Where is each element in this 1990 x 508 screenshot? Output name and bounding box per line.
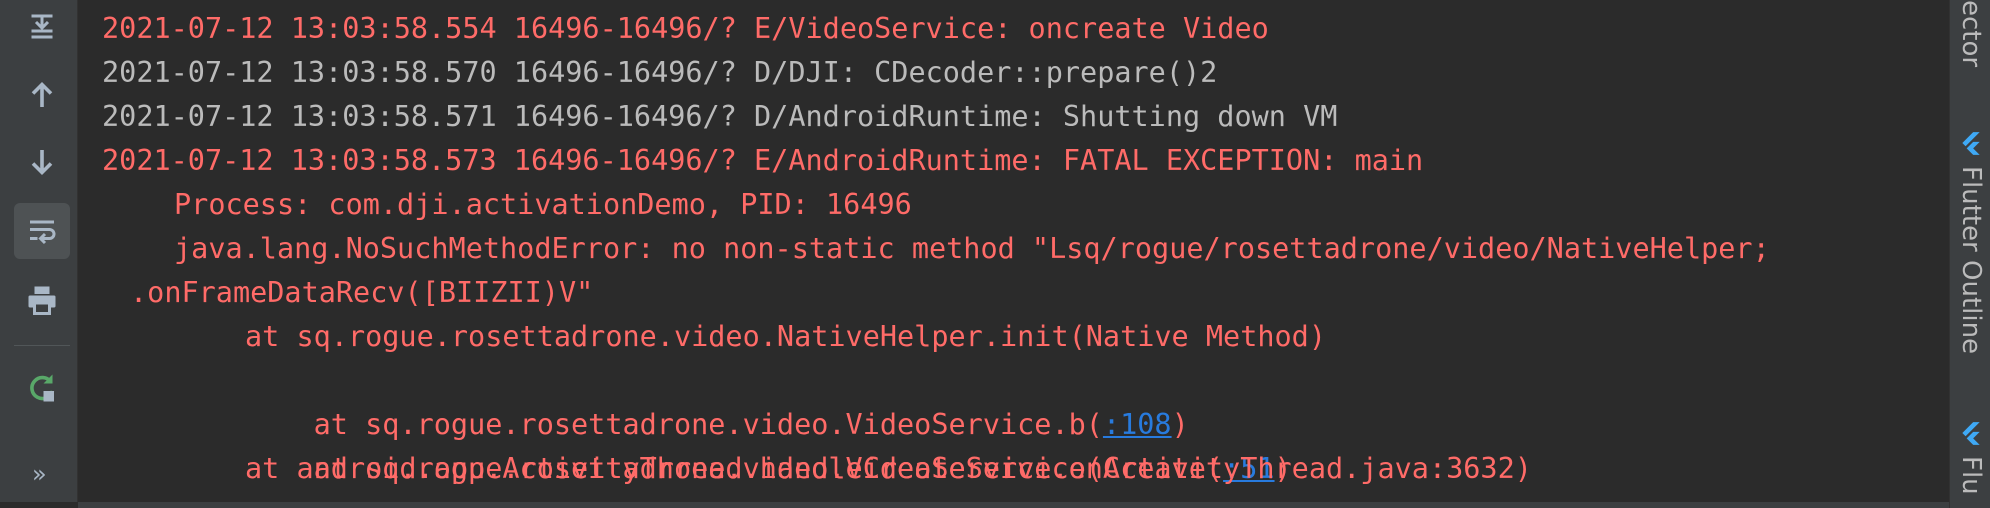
log-line: java.lang.NoSuchMethodError: no non-stat… [174, 232, 1770, 265]
right-tool-strip: ector Flutter Outline Flu [1949, 0, 1990, 508]
stack-trace-line: at android.app.ActivityThread.handleCrea… [245, 452, 1532, 485]
log-line: 2021-07-12 13:03:58.554 16496-16496/? E/… [102, 12, 1269, 45]
soft-wrap-icon[interactable] [14, 203, 70, 259]
flutter-outline-tab[interactable]: Flutter Outline [1956, 130, 1986, 354]
up-arrow-icon[interactable] [14, 67, 70, 123]
flutter-tab-label: Flu [1956, 456, 1986, 495]
more-actions-button[interactable]: » [32, 460, 47, 488]
down-arrow-icon[interactable] [14, 134, 70, 190]
restart-icon[interactable] [14, 360, 70, 416]
horizontal-scrollbar[interactable] [78, 502, 1950, 508]
console-toolbar: » [0, 0, 78, 502]
toolbar-divider [14, 345, 70, 346]
log-line: .onFrameDataRecv([BIIZII)V" [130, 276, 594, 309]
flutter-outline-tab-label: Flutter Outline [1956, 166, 1986, 355]
flutter-tab[interactable]: Flu [1956, 420, 1986, 495]
log-line: 2021-07-12 13:03:58.571 16496-16496/? D/… [102, 100, 1338, 133]
flutter-icon [1956, 130, 1986, 156]
flutter-icon [1956, 420, 1986, 446]
scroll-to-end-icon[interactable] [14, 0, 70, 56]
log-line: 2021-07-12 13:03:58.573 16496-16496/? E/… [102, 144, 1424, 177]
stack-trace-line: at sq.rogue.rosettadrone.video.VideoServ… [245, 359, 1189, 441]
inspector-tab[interactable]: ector [1956, 0, 1986, 67]
inspector-tab-label: ector [1956, 0, 1986, 68]
stack-trace-line: at sq.rogue.rosettadrone.video.NativeHel… [245, 320, 1326, 353]
logcat-output[interactable]: 2021-07-12 13:03:58.554 16496-16496/? E/… [78, 0, 1950, 502]
print-icon[interactable] [14, 272, 70, 328]
log-line: 2021-07-12 13:03:58.570 16496-16496/? D/… [102, 56, 1218, 89]
stack-trace-line: at sq.rogue.rosettadrone.video.VideoServ… [245, 403, 1292, 485]
log-line: Process: com.dji.activationDemo, PID: 16… [174, 188, 912, 221]
